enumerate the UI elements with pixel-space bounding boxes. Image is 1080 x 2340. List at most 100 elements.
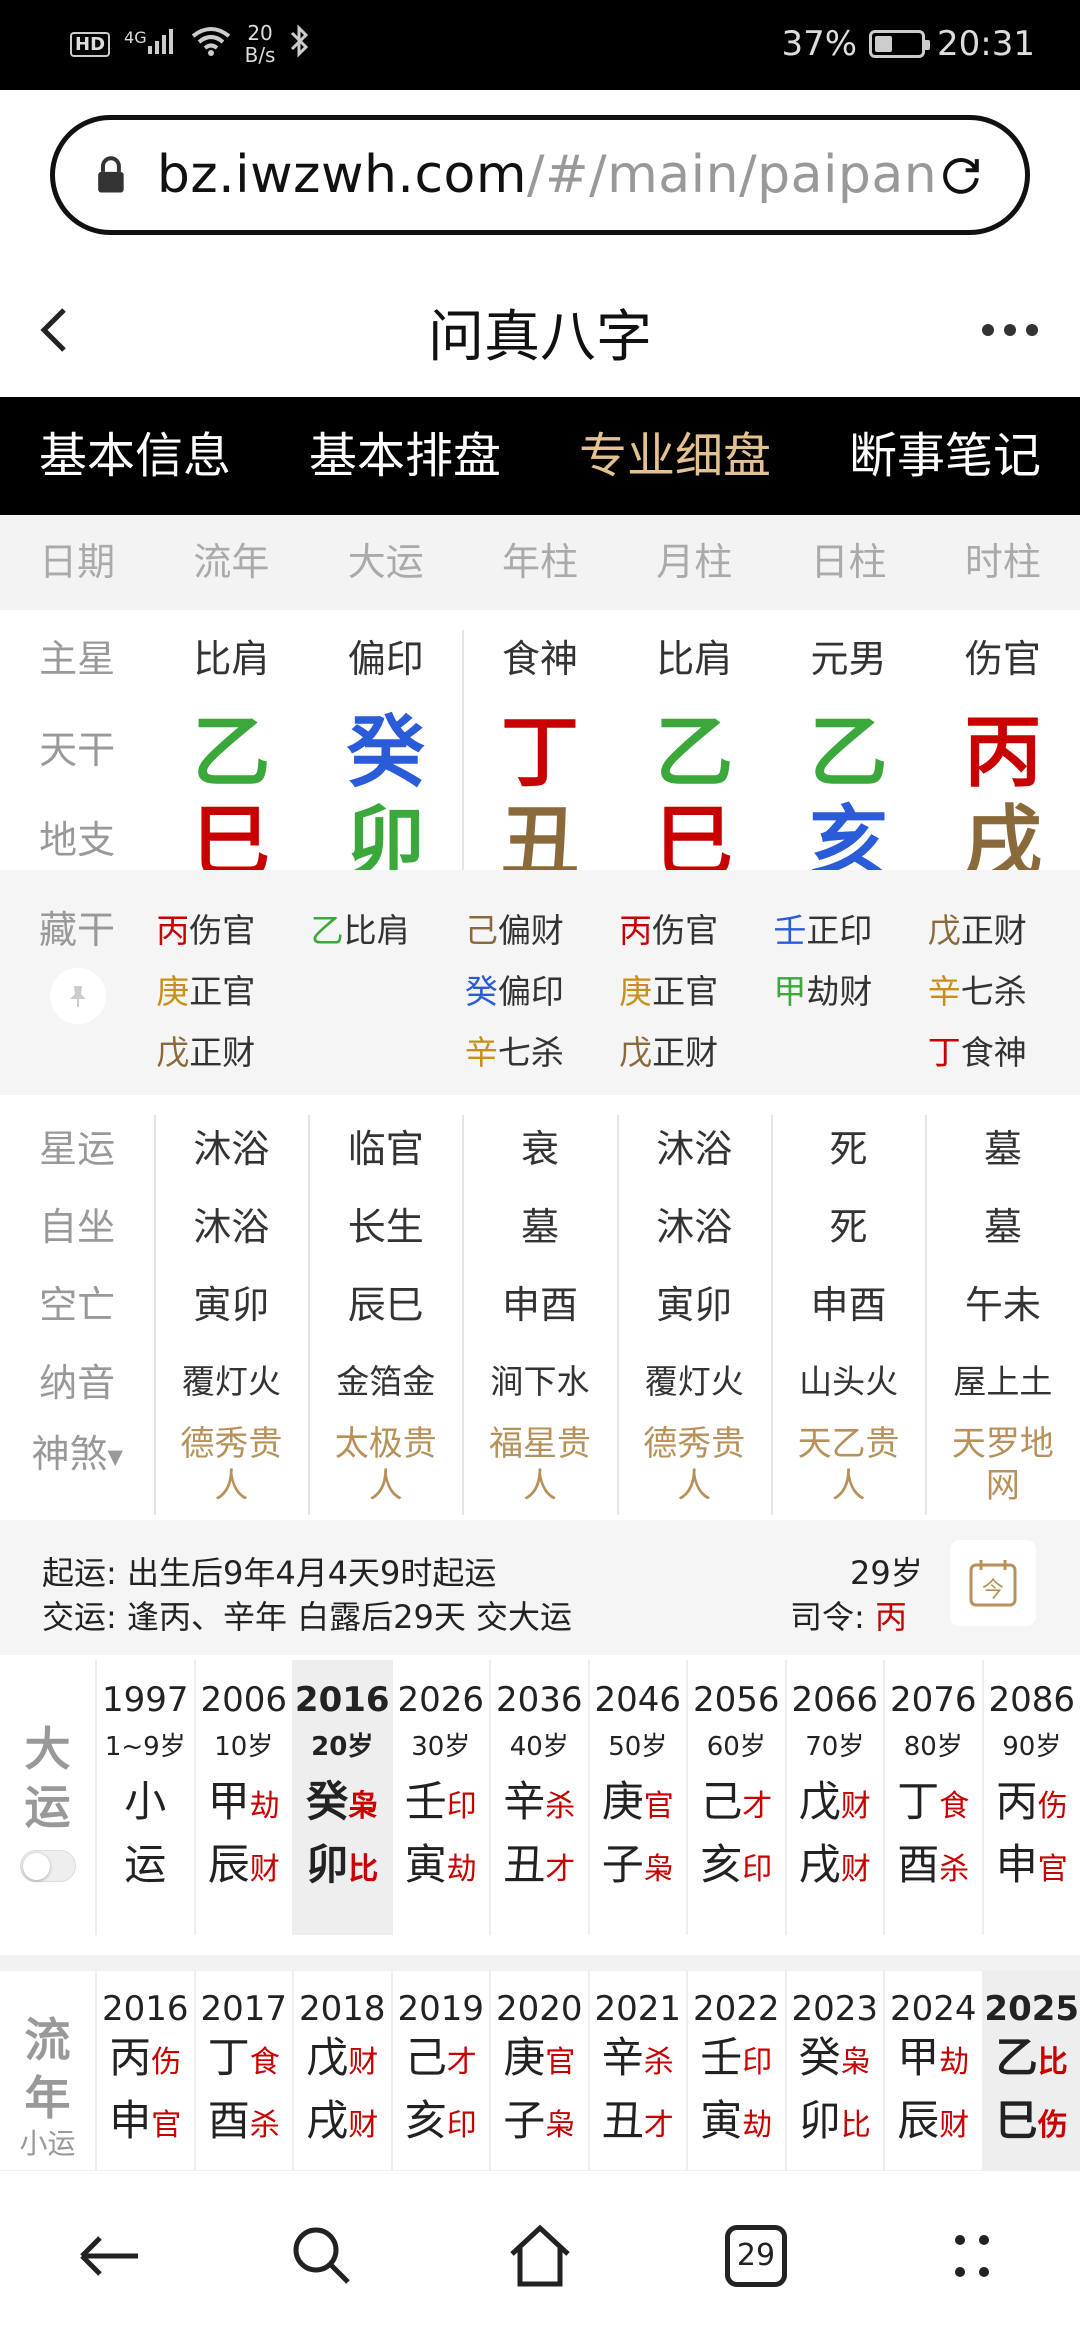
shensha-cell[interactable]: 德秀贵人 [154, 1423, 308, 1507]
dayun-column[interactable]: 2036 40岁 辛杀 丑才 [489, 1660, 588, 1935]
liunian-gan-god: 财 [348, 2045, 379, 2080]
reload-icon[interactable] [937, 145, 985, 205]
tab-basic-info[interactable]: 基本信息 [0, 397, 270, 515]
menu-dots-icon[interactable] [932, 2216, 1012, 2296]
liunian-column[interactable]: 2018 戊财 戌财 [292, 1971, 391, 2170]
tabs-button[interactable]: 29 [716, 2216, 796, 2296]
dayun-column[interactable]: 2026 30岁 壬印 寅劫 [390, 1660, 490, 1935]
liunian-gan: 庚 [503, 2033, 546, 2082]
canggan-god: 食神 [960, 1033, 1027, 1072]
dayun-toggle[interactable] [20, 1850, 76, 1882]
liunian-column[interactable]: 2022 壬印 寅劫 [686, 1971, 785, 2170]
dayun-column[interactable]: 2046 50岁 庚官 子枭 [587, 1660, 687, 1935]
canggan-item: 己偏财 [465, 900, 564, 961]
canggan-column: 壬正印 甲劫财 [773, 900, 872, 1022]
shensha-cell[interactable]: 天罗地网 [926, 1423, 1080, 1507]
dayun-year: 2006 [200, 1680, 288, 1720]
liunian-column[interactable]: 2023 癸枭 卯比 [784, 1971, 884, 2170]
more-icon[interactable] [980, 310, 1040, 350]
canggan-stem: 庚 [156, 972, 190, 1011]
shensha-cell[interactable]: 太极贵人 [309, 1423, 463, 1507]
canggan-item: 辛七杀 [465, 1022, 564, 1083]
shensha-cell[interactable]: 德秀贵人 [617, 1423, 771, 1507]
liunian-column[interactable]: 2016 丙伤 申官 [95, 1971, 194, 2170]
tab-notes[interactable]: 断事笔记 [810, 397, 1080, 515]
liunian-gan: 乙 [995, 2033, 1038, 2082]
liunian-zhi: 辰 [897, 2096, 940, 2145]
home-icon[interactable] [500, 2216, 580, 2296]
liunian-gan-god: 枭 [840, 2045, 871, 2080]
search-icon[interactable] [282, 2216, 362, 2296]
address-bar[interactable]: bz.iwzwh.com/#/main/paipan [50, 115, 1030, 235]
liunian-column[interactable]: 2025 乙比 巳伤 [981, 1971, 1080, 2170]
liunian-ganzhi: 癸枭 卯比 [787, 2029, 884, 2155]
start-luck-info: 起运: 出生后9年4月4天9时起运 交运: 逢丙、辛年 白露后29天 交大运 2… [0, 1520, 1080, 1655]
canggan-stem: 丙 [156, 911, 190, 950]
dayun-column[interactable]: 2076 80岁 丁食 酉杀 [883, 1660, 982, 1935]
dayun-zhi: 酉 [897, 1840, 940, 1889]
tab-professional[interactable]: 专业细盘 [540, 397, 810, 515]
liunian-column[interactable]: 2019 己才 亥印 [390, 1971, 490, 2170]
dayun-gan-god: 伤 [1037, 1789, 1068, 1824]
liunian-ganzhi: 乙比 巳伤 [984, 2029, 1080, 2155]
dayun-age: 70岁 [805, 1732, 865, 1762]
main-star-cell: 伤官 [964, 636, 1041, 681]
liunian-ganzhi: 辛杀 丑才 [590, 2029, 687, 2155]
kongwang-cell: 申酉 [501, 1282, 578, 1327]
dayun-zhi-god: 财 [840, 1852, 871, 1887]
pin-button[interactable] [50, 968, 106, 1024]
liunian-year: 2020 [495, 1989, 583, 2029]
dayun-column[interactable]: 2006 10岁 甲劫 辰财 [193, 1660, 293, 1935]
dayun-ganzhi: 辛杀 丑才 [491, 1763, 588, 1899]
shensha-toggle[interactable]: 神煞▼ [0, 1423, 154, 1478]
main-star-row: 主星 比肩 偏印 食神 比肩 元男 伤官 [0, 620, 1080, 690]
dayun-column[interactable]: 2066 70岁 戊财 戌财 [784, 1660, 884, 1935]
dayun-year: 2056 [692, 1680, 780, 1720]
dayun-age: 40岁 [509, 1732, 569, 1762]
lock-icon [98, 156, 124, 193]
dayun-gan: 丙 [995, 1777, 1038, 1826]
liunian-column[interactable]: 2021 辛杀 丑才 [587, 1971, 687, 2170]
canggan-stem: 甲 [773, 972, 807, 1011]
canggan-item: 庚正官 [619, 961, 718, 1022]
dizhi-row: 地支 巳 卯 丑 巳 亥 戌 [0, 780, 1080, 888]
dayun-gan: 庚 [601, 1777, 644, 1826]
kongwang-cell: 寅卯 [656, 1282, 733, 1327]
nayin-cell: 涧下水 [490, 1362, 590, 1401]
back-arrow-icon[interactable] [70, 2216, 150, 2296]
liunian-column[interactable]: 2017 丁食 酉杀 [193, 1971, 293, 2170]
liunian-column[interactable]: 2024 甲劫 辰财 [883, 1971, 982, 2170]
liunian-column[interactable]: 2020 庚官 子枭 [489, 1971, 588, 2170]
dayun-gan: 丁 [897, 1777, 940, 1826]
liunian-ganzhi: 丁食 酉杀 [196, 2029, 293, 2155]
dayun-zhi: 寅 [404, 1840, 447, 1889]
zizuo-cell: 死 [829, 1204, 868, 1249]
today-button[interactable]: 今 [950, 1540, 1036, 1626]
dayun-column[interactable]: 2056 60岁 己才 亥印 [686, 1660, 785, 1935]
qiyun-age: 29岁 [850, 1554, 923, 1592]
canggan-item: 癸偏印 [465, 961, 564, 1022]
dayun-zhi-god: 杀 [939, 1852, 970, 1887]
liunian-gan: 丙 [109, 2033, 152, 2082]
canggan-stem: 丁 [927, 1033, 961, 1072]
canggan-item: 庚正官 [156, 961, 255, 1022]
row-label-kongwang: 空亡 [39, 1282, 116, 1327]
dayun-column[interactable]: 1997 1~9岁小运 [95, 1660, 194, 1935]
dayun-column[interactable]: 2016 20岁 癸枭 卯比 [292, 1660, 391, 1935]
shensha-cell[interactable]: 福星贵人 [463, 1423, 617, 1507]
url-text[interactable]: bz.iwzwh.com/#/main/paipan [157, 145, 937, 205]
canggan-column: 乙比肩 [311, 900, 410, 961]
liunian-ganzhi: 己才 亥印 [393, 2029, 490, 2155]
dayun-year: 2086 [988, 1680, 1076, 1720]
liunian-zhi-god: 杀 [249, 2108, 280, 2143]
tab-count: 29 [725, 2225, 787, 2287]
battery-icon [869, 30, 931, 58]
column-header-row: 日期 流年 大运 年柱 月柱 日柱 时柱 [0, 515, 1080, 610]
dayun-column[interactable]: 2086 90岁 丙伤 申官 [981, 1660, 1080, 1935]
pin-icon [70, 986, 86, 1007]
liunian-zhi-god: 财 [939, 2108, 970, 2143]
liunian-gan: 丁 [207, 2033, 250, 2082]
tab-basic-chart[interactable]: 基本排盘 [270, 397, 540, 515]
dayun-ganzhi: 丁食 酉杀 [885, 1763, 982, 1899]
shensha-cell[interactable]: 天乙贵人 [771, 1423, 925, 1507]
